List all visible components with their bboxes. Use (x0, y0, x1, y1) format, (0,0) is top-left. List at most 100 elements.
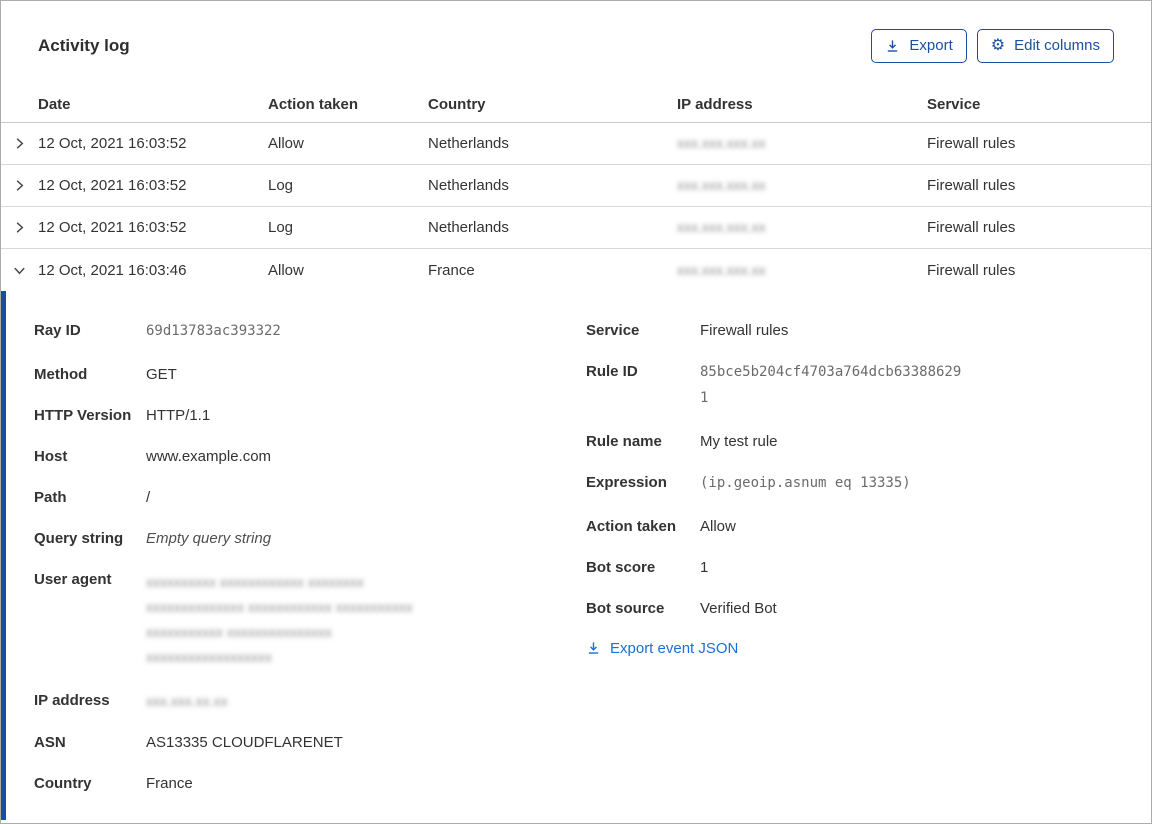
column-header-date: Date (38, 96, 71, 113)
field-value-redacted: xxxxxxxxxx xxxxxxxxxxxx xxxxxxxx xxxxxxx… (146, 574, 413, 665)
export-button[interactable]: Export (871, 29, 967, 63)
field-value: France (146, 775, 193, 792)
cell-ip-redacted: xxx.xxx.xxx.xx (677, 219, 766, 235)
detail-field-ip-address: IP address xxx.xxx.xx.xx (34, 691, 558, 712)
column-header-service: Service (927, 96, 981, 113)
chevron-right-icon (12, 178, 27, 193)
cell-country: Netherlands (428, 135, 509, 152)
cell-service: Firewall rules (927, 261, 1016, 279)
export-event-json-label: Export event JSON (610, 640, 739, 657)
table-row[interactable]: 12 Oct, 2021 16:03:52 Log Netherlands xx… (1, 165, 1151, 207)
field-label: Action taken (586, 518, 677, 535)
edit-columns-button[interactable]: ⚙ Edit columns (976, 29, 1114, 63)
field-value: HTTP/1.1 (146, 407, 211, 424)
field-label: Service (586, 322, 640, 339)
cell-ip-redacted: xxx.xxx.xxx.xx (677, 177, 766, 193)
detail-left-column: Ray ID 69d13783ac393322 Method GET HTTP … (34, 321, 558, 815)
expand-row-button[interactable] (10, 134, 29, 153)
detail-field-asn: ASN AS13335 CLOUDFLARENET (34, 733, 558, 753)
detail-field-ray-id: Ray ID 69d13783ac393322 (34, 321, 558, 344)
gear-icon: ⚙ (990, 37, 1006, 54)
field-value: GET (146, 366, 177, 383)
topbar: Activity log Export ⚙ Edit columns (1, 1, 1151, 87)
field-label: Ray ID (34, 322, 81, 339)
detail-field-path: Path / (34, 488, 558, 508)
column-header-country: Country (428, 96, 486, 113)
field-value: Empty query string (146, 530, 272, 547)
cell-date: 12 Oct, 2021 16:03:52 (38, 177, 187, 194)
toolbar-actions: Export ⚙ Edit columns (871, 29, 1114, 63)
expand-row-button[interactable] (10, 176, 29, 195)
detail-field-bot-source: Bot source Verified Bot (586, 599, 1114, 619)
field-label: Path (34, 489, 67, 506)
field-label: User agent (34, 571, 112, 588)
cell-action-taken: Allow (268, 261, 304, 279)
detail-field-rule-id: Rule ID 85bce5b204cf4703a764dcb633886291 (586, 362, 1114, 411)
field-label: Rule ID (586, 363, 638, 380)
detail-field-country: Country France (34, 774, 558, 794)
field-label: Method (34, 366, 88, 383)
download-icon (885, 39, 900, 54)
detail-field-expression: Expression (ip.geoip.asnum eq 13335) (586, 473, 1114, 496)
field-label: Rule name (586, 433, 662, 450)
field-label: Query string (34, 530, 124, 547)
field-value: 1 (700, 559, 709, 576)
table-row[interactable]: 12 Oct, 2021 16:03:52 Log Netherlands xx… (1, 207, 1151, 249)
export-button-label: Export (909, 37, 953, 54)
field-label: HTTP Version (34, 407, 132, 424)
field-value-redacted: xxx.xxx.xx.xx (146, 693, 228, 709)
field-value: 69d13783ac393322 (146, 323, 281, 339)
detail-field-host: Host www.example.com (34, 447, 558, 467)
cell-ip-redacted: xxx.xxx.xxx.xx (677, 261, 766, 278)
field-value: 85bce5b204cf4703a764dcb633886291 (700, 364, 962, 406)
detail-field-action-taken: Action taken Allow (586, 517, 1114, 537)
detail-field-http-version: HTTP Version HTTP/1.1 (34, 406, 558, 426)
detail-field-user-agent: User agent xxxxxxxxxx xxxxxxxxxxxx xxxxx… (34, 570, 558, 670)
cell-date: 12 Oct, 2021 16:03:52 (38, 219, 187, 236)
field-label: ASN (34, 734, 66, 751)
detail-field-rule-name: Rule name My test rule (586, 432, 1114, 452)
field-value: My test rule (700, 433, 778, 450)
detail-right-column: Service Firewall rules Rule ID 85bce5b20… (586, 321, 1114, 815)
field-label: Bot score (586, 559, 656, 576)
event-detail-panel: Ray ID 69d13783ac393322 Method GET HTTP … (1, 291, 1151, 820)
cell-service: Firewall rules (927, 177, 1016, 194)
field-label: Country (34, 775, 92, 792)
collapse-row-button[interactable] (10, 261, 29, 280)
table-header: Date Action taken Country IP address Ser… (1, 87, 1151, 123)
field-label: Expression (586, 474, 667, 491)
export-event-json-link[interactable]: Export event JSON (586, 640, 738, 657)
detail-field-bot-score: Bot score 1 (586, 558, 1114, 578)
cell-ip-redacted: xxx.xxx.xxx.xx (677, 135, 766, 151)
table-row[interactable]: 12 Oct, 2021 16:03:52 Allow Netherlands … (1, 123, 1151, 165)
table-row-expanded[interactable]: 12 Oct, 2021 16:03:46 Allow France xxx.x… (1, 249, 1151, 291)
field-value: / (146, 489, 151, 506)
field-label: Bot source (586, 600, 665, 617)
detail-field-query-string: Query string Empty query string (34, 529, 558, 549)
cell-action-taken: Log (268, 177, 294, 194)
download-icon (586, 641, 601, 656)
field-value: (ip.geoip.asnum eq 13335) (700, 475, 911, 491)
cell-country: Netherlands (428, 219, 509, 236)
chevron-down-icon (12, 263, 27, 278)
field-label: IP address (34, 692, 110, 709)
column-header-ip-address: IP address (677, 96, 753, 113)
cell-date: 12 Oct, 2021 16:03:46 (38, 261, 187, 279)
expand-row-button[interactable] (10, 218, 29, 237)
activity-log-panel: Activity log Export ⚙ Edit columns Date … (0, 0, 1152, 824)
page-title: Activity log (38, 36, 130, 55)
edit-columns-button-label: Edit columns (1014, 37, 1100, 54)
field-value: Verified Bot (700, 600, 777, 617)
chevron-right-icon (12, 220, 27, 235)
cell-date: 12 Oct, 2021 16:03:52 (38, 135, 187, 152)
chevron-right-icon (12, 136, 27, 151)
field-value: Firewall rules (700, 322, 789, 339)
column-header-action-taken: Action taken (268, 96, 359, 113)
field-label: Host (34, 448, 68, 465)
cell-action-taken: Log (268, 219, 294, 236)
field-value: Allow (700, 518, 736, 535)
cell-service: Firewall rules (927, 219, 1016, 236)
detail-field-service: Service Firewall rules (586, 321, 1114, 341)
detail-field-method: Method GET (34, 365, 558, 385)
field-value: AS13335 CLOUDFLARENET (146, 734, 343, 751)
